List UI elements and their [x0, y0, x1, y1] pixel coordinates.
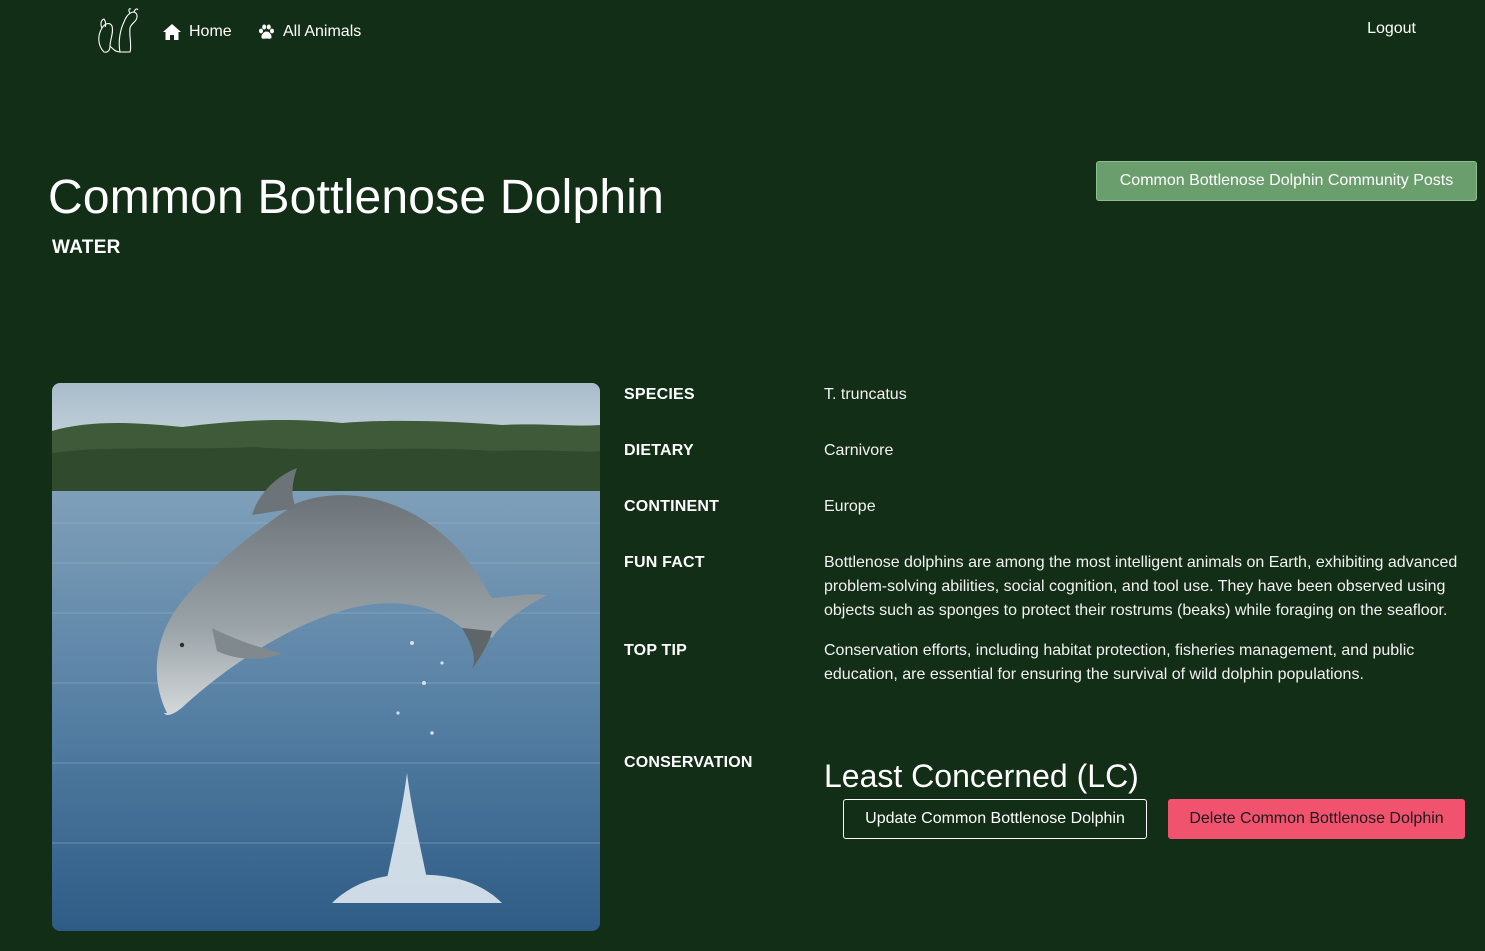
update-animal-button[interactable]: Update Common Bottlenose Dolphin — [843, 799, 1147, 839]
fun-fact-label: FUN FACT — [624, 554, 705, 571]
species-label: SPECIES — [624, 386, 695, 403]
community-posts-button[interactable]: Common Bottlenose Dolphin Community Post… — [1096, 161, 1477, 201]
home-icon — [163, 24, 181, 40]
habitat-label: WATER — [52, 237, 121, 258]
conservation-label: CONSERVATION — [624, 754, 753, 771]
dietary-value: Carnivore — [824, 442, 894, 459]
animal-detail-page: Home All Animals Logout Common Bottlenos… — [0, 0, 1485, 951]
dolphin-photo — [52, 383, 600, 931]
fun-fact-value: Bottlenose dolphins are among the most i… — [824, 554, 1458, 619]
dietary-label: DIETARY — [624, 442, 694, 459]
page-title: Common Bottlenose Dolphin — [48, 171, 664, 224]
species-value: T. truncatus — [824, 386, 907, 403]
delete-animal-button[interactable]: Delete Common Bottlenose Dolphin — [1168, 799, 1465, 839]
continent-label: CONTINENT — [624, 498, 720, 515]
top-tip-value: Conservation efforts, including habitat … — [824, 642, 1415, 683]
continent-value: Europe — [824, 498, 876, 515]
nav-home-label: Home — [189, 23, 232, 40]
paw-icon — [258, 24, 275, 40]
top-tip-label: TOP TIP — [624, 642, 688, 659]
conservation-status: Least Concerned (LC) — [824, 758, 1139, 794]
nav-all-animals-link[interactable]: All Animals — [258, 20, 361, 44]
nav-all-animals-label: All Animals — [283, 23, 362, 40]
nav-home-link[interactable]: Home — [163, 20, 232, 44]
logo-icon[interactable] — [94, 6, 140, 56]
logout-link[interactable]: Logout — [1367, 20, 1416, 38]
